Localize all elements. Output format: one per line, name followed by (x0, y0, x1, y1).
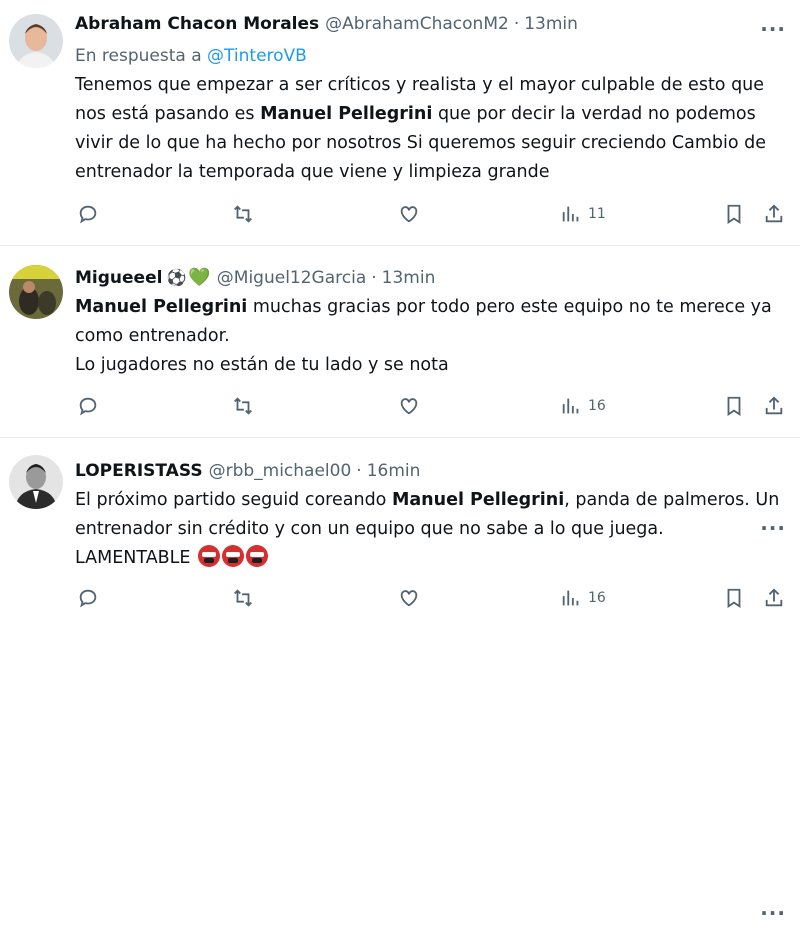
like-button[interactable] (398, 587, 420, 609)
separator-dot: · (371, 268, 377, 288)
rage-face-icon (198, 545, 221, 567)
tweet-content: LOPERISTASS @rbb_michael00 · 16min El pr… (75, 459, 786, 573)
timestamp[interactable]: 13min (382, 266, 436, 290)
share-button[interactable] (763, 395, 785, 417)
retweet-icon (234, 397, 252, 415)
views-button[interactable]: 16 (560, 395, 606, 417)
like-button[interactable] (398, 203, 420, 225)
reply-icon (79, 397, 97, 416)
bookmark-icon (727, 204, 741, 224)
views-icon (562, 590, 579, 606)
tweet-header: Abraham Chacon Morales @AbrahamChaconM2 … (75, 12, 786, 36)
tweet-content: Migueeel ⚽ 💚 @Miguel12Garcia · 13min Man… (75, 266, 786, 380)
like-icon (400, 206, 418, 223)
avatar[interactable] (9, 265, 63, 319)
author-name[interactable]: Migueeel (75, 266, 162, 290)
author-handle[interactable]: @rbb_michael00 (209, 459, 352, 483)
rage-face-icon (246, 545, 269, 567)
author-handle[interactable]: @AbrahamChaconM2 (325, 12, 509, 36)
more-options-button[interactable]: ··· (760, 19, 786, 39)
share-icon (765, 588, 783, 607)
views-icon (562, 206, 579, 222)
tweet-text: Manuel Pellegrini muchas gracias por tod… (75, 293, 786, 380)
author-name[interactable]: Abraham Chacon Morales (75, 12, 319, 36)
more-options-button[interactable]: ··· (760, 903, 786, 923)
avatar[interactable] (9, 455, 63, 509)
bookmark-button[interactable] (723, 587, 745, 609)
replying-to: En respuesta a @TinteroVB (75, 44, 786, 68)
bookmark-icon (727, 588, 741, 608)
share-button[interactable] (763, 587, 785, 609)
retweet-icon (234, 205, 252, 223)
tweet-header: LOPERISTASS @rbb_michael00 · 16min (75, 459, 786, 483)
views-icon (562, 398, 579, 414)
retweet-button[interactable] (232, 203, 254, 225)
reply-icon (79, 205, 97, 224)
tweet-content: Abraham Chacon Morales @AbrahamChaconM2 … (75, 12, 786, 187)
rage-face-icon (222, 545, 245, 567)
author-name[interactable]: LOPERISTASS (75, 459, 203, 483)
bookmark-button[interactable] (723, 395, 745, 417)
timestamp[interactable]: 13min (524, 12, 578, 36)
reply-icon (79, 589, 97, 608)
tweet-text: Tenemos que empezar a ser críticos y rea… (75, 71, 786, 187)
tweet-actions: 16 (0, 395, 800, 423)
views-count: 16 (588, 398, 606, 414)
like-icon (400, 398, 418, 415)
tweet-actions: 16 (0, 587, 800, 615)
retweet-button[interactable] (232, 587, 254, 609)
tweet-header: Migueeel ⚽ 💚 @Miguel12Garcia · 13min (75, 266, 786, 290)
green-heart-icon: 💚 (188, 267, 211, 288)
avatar[interactable] (9, 14, 63, 68)
retweet-button[interactable] (232, 395, 254, 417)
tweet-text: El próximo partido seguid coreando Manue… (75, 486, 786, 573)
views-button[interactable]: 11 (560, 203, 606, 225)
share-button[interactable] (763, 203, 785, 225)
tweet-actions: 11 (0, 203, 800, 231)
like-icon (400, 590, 418, 607)
bookmark-button[interactable] (723, 203, 745, 225)
bookmark-icon (727, 396, 741, 416)
highlighted-name: Manuel Pellegrini (260, 104, 433, 124)
share-icon (765, 396, 783, 415)
author-handle[interactable]: @Miguel12Garcia (217, 266, 366, 290)
like-button[interactable] (398, 395, 420, 417)
views-button[interactable]: 16 (560, 587, 606, 609)
separator-dot: · (356, 461, 362, 481)
highlighted-name: Manuel Pellegrini (75, 297, 248, 317)
replying-to-link[interactable]: @TinteroVB (207, 46, 307, 66)
separator-dot: · (513, 14, 520, 34)
soccer-ball-icon: ⚽ (166, 268, 187, 287)
timestamp[interactable]: 16min (367, 459, 421, 483)
reply-button[interactable] (77, 395, 99, 417)
highlighted-name: Manuel Pellegrini (391, 490, 565, 510)
reply-button[interactable] (77, 587, 99, 609)
tweet-text-part: Lo jugadores no están de tu lado y se no… (75, 355, 449, 375)
tweet-text-part: LAMENTABLE (75, 548, 191, 568)
views-count: 11 (588, 206, 606, 222)
retweet-icon (234, 589, 252, 607)
tweet-text-part: El próximo partido seguid coreando (75, 490, 392, 510)
views-count: 16 (588, 590, 606, 606)
reply-button[interactable] (77, 203, 99, 225)
share-icon (765, 204, 783, 223)
replying-prefix: En respuesta a (75, 46, 202, 66)
